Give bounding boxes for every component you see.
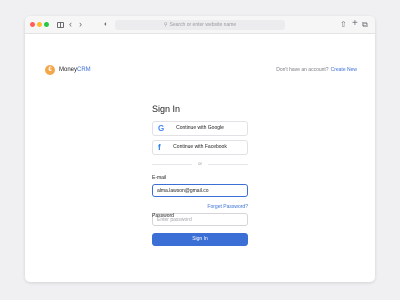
facebook-icon: f bbox=[158, 143, 161, 152]
brand-name[interactable]: MoneyCRM bbox=[59, 66, 91, 74]
forgot-password-link[interactable]: Forget Password? bbox=[207, 204, 248, 211]
password-label-row: Password Forget Password? bbox=[152, 204, 248, 219]
tabs-icon[interactable]: ⧉ bbox=[362, 18, 368, 31]
browser-toolbar: ‹ › ◐ ⚲ Search or enter website name ⇧ + … bbox=[25, 16, 375, 34]
search-icon: ⚲ bbox=[163, 22, 168, 28]
share-icon[interactable]: ⇧ bbox=[340, 18, 347, 31]
facebook-signin-label: Continue with Facebook bbox=[173, 144, 227, 150]
brand-name-part1: Money bbox=[59, 67, 78, 73]
zoom-window-button[interactable] bbox=[44, 22, 49, 27]
sign-in-button[interactable]: Sign In bbox=[152, 233, 248, 246]
google-signin-button[interactable]: G Continue with Google bbox=[152, 121, 248, 136]
google-icon: G bbox=[158, 124, 165, 133]
new-tab-icon[interactable]: + bbox=[352, 17, 358, 30]
close-window-button[interactable] bbox=[30, 22, 35, 27]
email-label: E-mail bbox=[152, 175, 167, 181]
address-bar[interactable]: ⚲ Search or enter website name bbox=[115, 20, 285, 30]
facebook-signin-button[interactable]: f Continue with Facebook bbox=[152, 140, 248, 155]
page-title: Sign In bbox=[152, 104, 181, 114]
or-divider: or bbox=[152, 160, 248, 168]
signup-prompt: Don't have an account? Create New bbox=[276, 67, 357, 74]
or-divider-text: or bbox=[197, 161, 202, 166]
password-label: Password bbox=[152, 213, 174, 219]
logo-icon: € bbox=[45, 65, 55, 75]
signup-prompt-text: Don't have an account? bbox=[276, 67, 329, 73]
address-bar-placeholder: Search or enter website name bbox=[169, 22, 237, 28]
sidebar-icon[interactable] bbox=[57, 22, 64, 28]
create-account-link[interactable]: Create New bbox=[331, 67, 357, 73]
email-field[interactable] bbox=[152, 184, 248, 197]
google-signin-label: Continue with Google bbox=[176, 125, 224, 131]
shield-icon[interactable]: ◐ bbox=[104, 18, 108, 31]
forward-icon[interactable]: › bbox=[79, 18, 82, 31]
sign-in-form: Sign In G Continue with Google f Continu… bbox=[152, 104, 248, 246]
back-icon[interactable]: ‹ bbox=[69, 18, 72, 31]
page-content: € MoneyCRM Don't have an account? Create … bbox=[25, 34, 375, 282]
browser-window: ‹ › ◐ ⚲ Search or enter website name ⇧ + … bbox=[25, 16, 375, 282]
brand-name-part2: CRM bbox=[77, 67, 91, 73]
minimize-window-button[interactable] bbox=[37, 22, 42, 27]
